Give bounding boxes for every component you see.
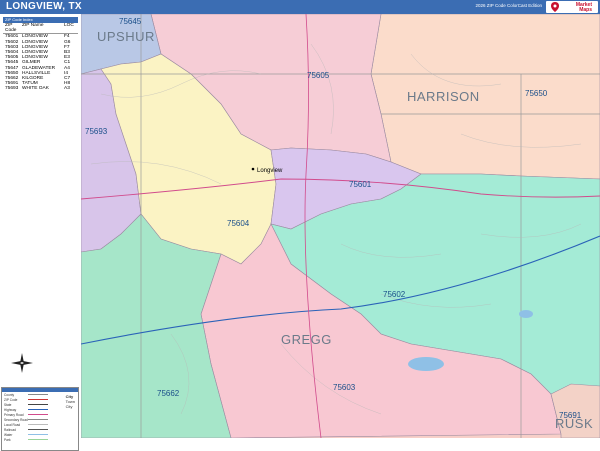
brand-line-2: Maps — [579, 7, 592, 13]
zip-label-75693: 75693 — [85, 127, 108, 136]
zip-label-75601: 75601 — [349, 180, 372, 189]
zip-label-75603: 75603 — [333, 383, 356, 392]
zip-index-name: WHITE OAK — [22, 86, 49, 92]
map-page: LONGVIEW, TX 2026 ZIP Code ColorCast Edi… — [0, 0, 600, 451]
zip-code-map: 75645 75605 75650 75693 75601 75604 7560… — [81, 14, 600, 438]
map-key-swatch — [28, 428, 48, 431]
key-city-samples: City Town City — [66, 394, 75, 409]
map-key-label: Railroad — [4, 427, 16, 432]
county-label-gregg: GREGG — [281, 332, 332, 347]
map-key-label: Water — [4, 432, 13, 437]
zip-index-zip: 75693 — [5, 86, 19, 92]
map-key-label: Local Road — [4, 422, 21, 427]
zip-index-row: 75693 WHITE OAK A3 — [3, 86, 78, 91]
map-key-swatch — [28, 408, 48, 411]
north-arrow-icon — [11, 353, 33, 373]
legend-panel: ZIP Code Index ZIP Code ZIP Name LOC 756… — [0, 14, 82, 451]
map-title: LONGVIEW, TX — [6, 1, 82, 12]
map-key-label: ZIP Code — [4, 397, 18, 402]
col-name: ZIP Name — [22, 23, 44, 28]
map-key-swatch — [28, 403, 48, 406]
map-key-label: Park — [4, 437, 11, 442]
map-key-label: Secondary Road — [4, 417, 28, 422]
map-key: County ZIP Code State Highway Primary Road Se… — [1, 387, 79, 451]
edition-label: 2026 ZIP Code ColorCast Edition — [475, 3, 542, 8]
zone-75650 — [370, 14, 600, 180]
city-marker-icon — [251, 167, 255, 171]
zip-index-columns: ZIP Code ZIP Name LOC — [3, 23, 78, 35]
map-pin-icon — [551, 2, 559, 12]
county-label-harrison: HARRISON — [407, 89, 480, 104]
county-label-upshur: UPSHUR — [97, 29, 155, 44]
map-key-label: County — [4, 392, 15, 397]
city-label-longview: Longview — [257, 168, 283, 174]
map-key-swatch — [28, 418, 48, 421]
map-key-label: Highway — [4, 407, 17, 412]
map-key-swatch — [28, 393, 48, 396]
zip-index-table: ZIP Code Index ZIP Code ZIP Name LOC 756… — [3, 17, 78, 92]
map-key-label: State — [4, 402, 12, 407]
map-key-swatch — [28, 423, 48, 426]
zip-label-75602: 75602 — [383, 290, 406, 299]
col-loc: LOC — [64, 23, 74, 28]
zip-label-75605: 75605 — [307, 71, 330, 80]
zip-index-loc: A3 — [64, 86, 70, 92]
zip-label-75645: 75645 — [119, 17, 142, 26]
zip-label-75650: 75650 — [525, 89, 548, 98]
key-city-3: City — [65, 404, 73, 409]
title-bar: LONGVIEW, TX 2026 ZIP Code ColorCast Edi… — [0, 0, 600, 14]
map-key-swatch — [28, 438, 48, 441]
brand-logo: Market Maps — [546, 1, 598, 13]
map-key-swatch — [28, 433, 48, 436]
zip-label-75662: 75662 — [157, 389, 180, 398]
map-key-swatch — [28, 413, 48, 416]
map-key-label: Primary Road — [4, 412, 24, 417]
map-key-swatch — [28, 398, 48, 401]
col-zip: ZIP Code — [5, 23, 17, 34]
county-label-rusk: RUSK — [555, 416, 593, 431]
zip-label-75604: 75604 — [227, 219, 250, 228]
